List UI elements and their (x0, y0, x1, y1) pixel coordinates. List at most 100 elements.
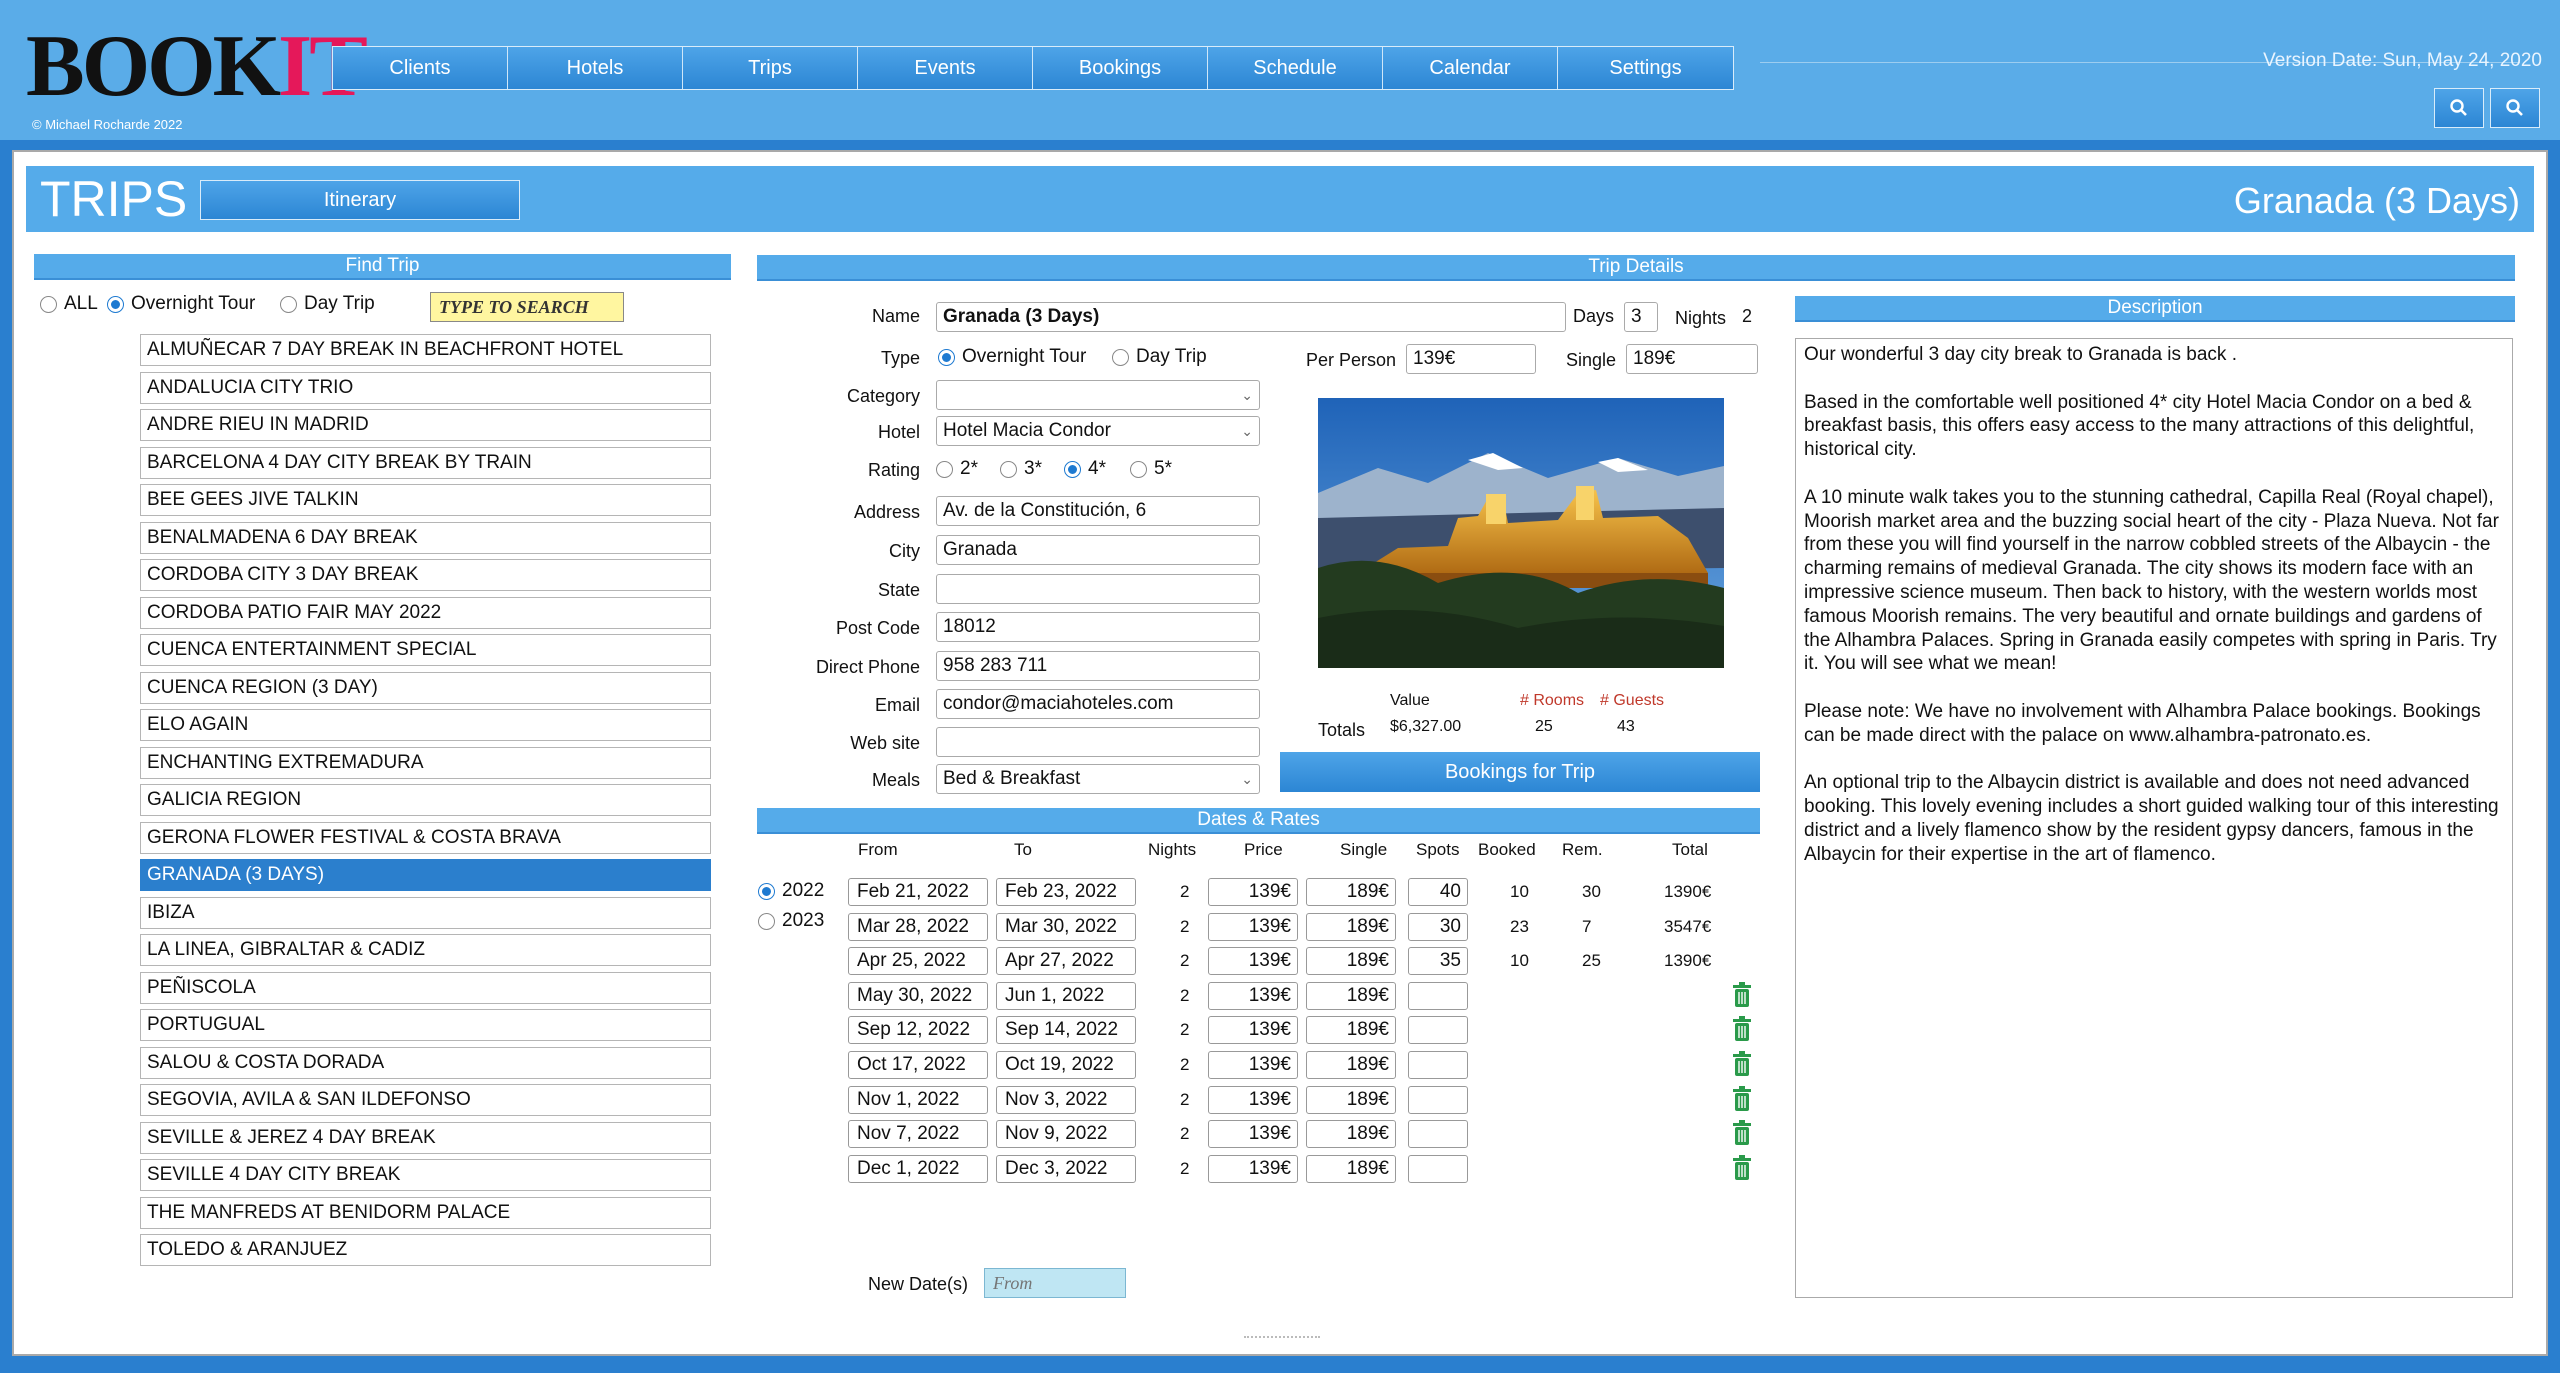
trip-search-input[interactable] (430, 292, 624, 322)
advanced-search-button[interactable] (2490, 88, 2540, 128)
rate-single-field[interactable]: 189€ (1306, 947, 1396, 976)
rate-price-field[interactable]: 139€ (1208, 1085, 1298, 1114)
bookings-for-trip-button[interactable]: Bookings for Trip (1280, 752, 1760, 792)
address-field[interactable]: Av. de la Constitución, 6 (936, 496, 1260, 526)
rate-spots-field[interactable]: 30 (1408, 912, 1468, 941)
search-button[interactable] (2434, 88, 2484, 128)
rate-to-field[interactable]: Jun 1, 2022 (996, 981, 1136, 1010)
trip-list-item[interactable]: SEGOVIA, AVILA & SAN ILDEFONSO (140, 1084, 711, 1116)
rate-to-field[interactable]: Apr 27, 2022 (996, 947, 1136, 976)
rate-single-field[interactable]: 189€ (1306, 912, 1396, 941)
trip-list-item[interactable]: ALMUÑECAR 7 DAY BREAK IN BEACHFRONT HOTE… (140, 334, 711, 366)
trip-list-item[interactable]: ELO AGAIN (140, 709, 711, 741)
trip-list-item[interactable]: CUENCA ENTERTAINMENT SPECIAL (140, 634, 711, 666)
rate-spots-field[interactable]: 35 (1408, 947, 1468, 976)
post-code-field[interactable]: 18012 (936, 612, 1260, 642)
trash-icon[interactable] (1732, 1120, 1752, 1146)
rate-to-field[interactable]: Feb 23, 2022 (996, 878, 1136, 906)
description-text[interactable]: Our wonderful 3 day city break to Granad… (1795, 338, 2513, 1298)
new-date-input[interactable] (984, 1268, 1126, 1298)
filter-daytrip-radio[interactable]: Day Trip (280, 293, 375, 315)
rate-price-field[interactable]: 139€ (1208, 1120, 1298, 1149)
rate-single-field[interactable]: 189€ (1306, 1085, 1396, 1114)
rate-from-field[interactable]: Dec 1, 2022 (848, 1154, 988, 1183)
nav-calendar[interactable]: Calendar (1383, 47, 1558, 89)
rate-price-field[interactable]: 139€ (1208, 981, 1298, 1010)
rate-from-field[interactable]: Feb 21, 2022 (848, 878, 988, 906)
trip-list-item[interactable]: BEE GEES JIVE TALKIN (140, 484, 711, 516)
rate-spots-field[interactable] (1408, 1085, 1468, 1114)
trip-list-item[interactable]: BENALMADENA 6 DAY BREAK (140, 521, 711, 554)
resize-handle[interactable] (1244, 1336, 1320, 1338)
nav-schedule[interactable]: Schedule (1208, 47, 1383, 89)
trip-list-item[interactable]: SEVILLE 4 DAY CITY BREAK (140, 1159, 711, 1191)
rate-to-field[interactable]: Mar 30, 2022 (996, 912, 1136, 941)
rate-price-field[interactable]: 139€ (1208, 947, 1298, 976)
hotel-select[interactable]: Hotel Macia Condor ⌄ (936, 416, 1260, 446)
trash-icon[interactable] (1732, 1085, 1752, 1112)
trip-list-item[interactable]: ANDRE RIEU IN MADRID (140, 409, 711, 441)
days-field[interactable]: 3 (1624, 302, 1658, 332)
trash-icon[interactable] (1732, 1016, 1752, 1042)
rate-from-field[interactable]: Sep 12, 2022 (848, 1016, 988, 1045)
rate-from-field[interactable]: Mar 28, 2022 (848, 912, 988, 941)
rating-2-radio[interactable]: 2* (936, 458, 978, 480)
website-field[interactable] (936, 727, 1260, 757)
trip-list-item[interactable]: PEÑISCOLA (140, 971, 711, 1004)
itinerary-button[interactable]: Itinerary (200, 180, 520, 220)
trip-list-item[interactable]: ANDALUCIA CITY TRIO (140, 371, 711, 404)
trip-list-item[interactable]: BARCELONA 4 DAY CITY BREAK BY TRAIN (140, 446, 711, 479)
rate-to-field[interactable]: Nov 9, 2022 (996, 1120, 1136, 1149)
trip-list-item[interactable]: THE MANFREDS AT BENIDORM PALACE (140, 1196, 711, 1229)
nav-settings[interactable]: Settings (1558, 47, 1733, 89)
rate-to-field[interactable]: Dec 3, 2022 (996, 1154, 1136, 1183)
rate-from-field[interactable]: Nov 7, 2022 (848, 1120, 988, 1149)
nav-trips[interactable]: Trips (683, 47, 858, 89)
trip-list-item[interactable]: GALICIA REGION (140, 784, 711, 816)
rate-spots-field[interactable]: 40 (1408, 878, 1468, 906)
filter-all-radio[interactable]: ALL (40, 293, 98, 315)
trip-list-item-selected[interactable]: GRANADA (3 DAYS) (140, 859, 711, 891)
rate-single-field[interactable]: 189€ (1306, 981, 1396, 1010)
rate-spots-field[interactable] (1408, 1120, 1468, 1149)
rate-price-field[interactable]: 139€ (1208, 878, 1298, 906)
direct-phone-field[interactable]: 958 283 711 (936, 651, 1260, 681)
year-2022-radio[interactable]: 2022 (758, 880, 824, 902)
rate-spots-field[interactable] (1408, 1051, 1468, 1079)
year-2023-radio[interactable]: 2023 (758, 910, 824, 932)
trash-icon[interactable] (1732, 1154, 1752, 1181)
rate-spots-field[interactable] (1408, 1016, 1468, 1045)
rate-single-field[interactable]: 189€ (1306, 878, 1396, 906)
nav-events[interactable]: Events (858, 47, 1033, 89)
rating-3-radio[interactable]: 3* (1000, 458, 1042, 480)
per-person-field[interactable]: 139€ (1406, 344, 1536, 374)
trip-list-item[interactable]: CORDOBA PATIO FAIR MAY 2022 (140, 596, 711, 629)
trip-list-item[interactable]: IBIZA (140, 896, 711, 929)
rate-single-field[interactable]: 189€ (1306, 1016, 1396, 1045)
rate-to-field[interactable]: Oct 19, 2022 (996, 1051, 1136, 1079)
rate-price-field[interactable]: 139€ (1208, 1051, 1298, 1079)
rate-from-field[interactable]: Oct 17, 2022 (848, 1051, 988, 1079)
trip-list-item[interactable]: TOLEDO & ARANJUEZ (140, 1234, 711, 1266)
trip-list-item[interactable]: ENCHANTING EXTREMADURA (140, 746, 711, 779)
rate-price-field[interactable]: 139€ (1208, 1016, 1298, 1045)
trip-list-item[interactable]: SEVILLE & JEREZ 4 DAY BREAK (140, 1121, 711, 1154)
filter-overnight-radio[interactable]: Overnight Tour (107, 293, 255, 315)
rating-5-radio[interactable]: 5* (1130, 458, 1172, 480)
rate-single-field[interactable]: 189€ (1306, 1051, 1396, 1079)
rate-from-field[interactable]: Nov 1, 2022 (848, 1085, 988, 1114)
trash-icon[interactable] (1732, 981, 1752, 1008)
trip-list-item[interactable]: GERONA FLOWER FESTIVAL & COSTA BRAVA (140, 821, 711, 854)
meals-select[interactable]: Bed & Breakfast ⌄ (936, 764, 1260, 794)
nav-hotels[interactable]: Hotels (508, 47, 683, 89)
rate-from-field[interactable]: May 30, 2022 (848, 981, 988, 1010)
trash-icon[interactable] (1732, 1051, 1752, 1077)
rate-price-field[interactable]: 139€ (1208, 912, 1298, 941)
rating-4-radio[interactable]: 4* (1064, 458, 1106, 480)
trip-list-item[interactable]: CORDOBA CITY 3 DAY BREAK (140, 559, 711, 591)
trip-list-item[interactable]: LA LINEA, GIBRALTAR & CADIZ (140, 934, 711, 966)
state-field[interactable] (936, 574, 1260, 604)
rate-to-field[interactable]: Nov 3, 2022 (996, 1085, 1136, 1114)
rate-single-field[interactable]: 189€ (1306, 1120, 1396, 1149)
rate-spots-field[interactable] (1408, 1154, 1468, 1183)
